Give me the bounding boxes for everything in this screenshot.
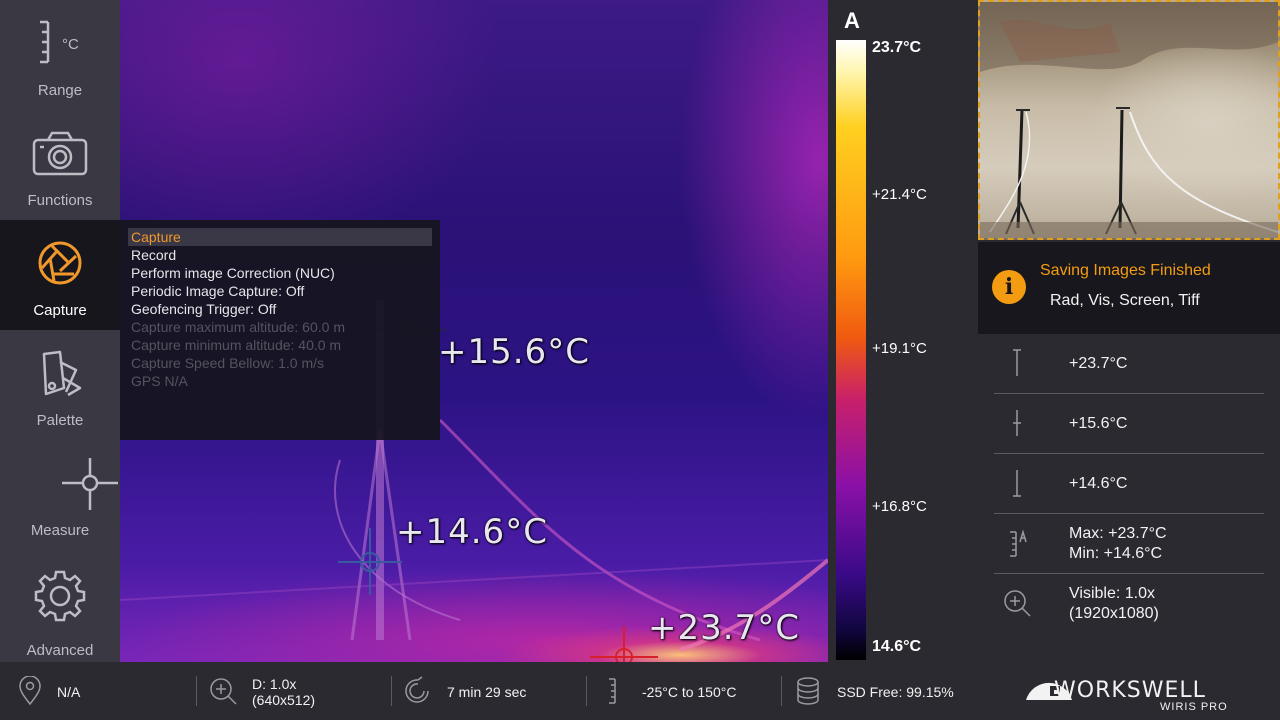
- sidebar-item-label: Advanced: [26, 642, 94, 659]
- range-values: Max: +23.7°C Min: +14.6°C: [1069, 524, 1167, 564]
- menu-item-periodic-capture[interactable]: Periodic Image Capture: Off: [128, 282, 432, 300]
- temperature-scale: A 23.7°C +21.4°C +19.1°C +16.8°C 14.6°C: [828, 0, 978, 662]
- range-scale-icon: [599, 676, 627, 706]
- scale-tick-label: +21.4°C: [872, 186, 927, 203]
- range-auto-icon: [1002, 528, 1032, 558]
- min-value: +14.6°C: [1069, 475, 1128, 492]
- menu-item-geofencing[interactable]: Geofencing Trigger: Off: [128, 300, 432, 318]
- brand-product: WIRIS PRO: [1160, 701, 1228, 713]
- sidebar-item-palette[interactable]: Palette: [0, 330, 120, 440]
- gps-status: N/A: [57, 684, 81, 700]
- menu-item-nuc[interactable]: Perform image Correction (NUC): [128, 264, 432, 282]
- sidebar-item-range[interactable]: °C Range: [0, 0, 120, 110]
- center-spot-label: +15.6°C: [438, 332, 590, 372]
- aperture-icon: [30, 238, 90, 290]
- location-pin-icon: [16, 675, 44, 706]
- scale-mode-indicator[interactable]: A: [844, 8, 860, 34]
- storage-database-icon: [794, 676, 822, 706]
- scale-min-label: 14.6°C: [872, 638, 922, 655]
- measurement-row-min: +14.6°C: [994, 454, 1264, 514]
- measurement-row-range: Max: +23.7°C Min: +14.6°C: [994, 514, 1264, 574]
- menu-item-record[interactable]: Record: [128, 246, 432, 264]
- sidebar-item-label: Functions: [27, 192, 93, 209]
- max-spot-label: +23.7°C: [648, 608, 800, 648]
- notification-title: Saving Images Finished: [1040, 262, 1211, 279]
- digital-zoom-info[interactable]: D: 1.0x (640x512): [252, 676, 315, 708]
- range-scale-icon: °C: [30, 18, 90, 70]
- separator: [196, 676, 197, 706]
- scale-tick-label: +16.8°C: [872, 498, 927, 515]
- range-min-text: Min: +14.6°C: [1069, 545, 1163, 562]
- zoom-in-icon: [1002, 588, 1032, 618]
- scale-tick-label: +19.1°C: [872, 340, 927, 357]
- sidebar-item-label: Capture: [33, 302, 87, 319]
- sidebar-item-advanced[interactable]: Advanced: [0, 552, 120, 662]
- notification-subtitle: Rad, Vis, Screen, Tiff: [1050, 292, 1200, 309]
- brand-name: WORKSWELL: [1054, 678, 1206, 703]
- timer-icon: [404, 676, 432, 706]
- max-marker-icon: [1002, 348, 1032, 378]
- measurement-row-visible: Visible: 1.0x (1920x1080): [994, 574, 1264, 634]
- separator: [781, 676, 782, 706]
- camera-icon: [30, 128, 90, 180]
- palette-gradient-bar: [836, 40, 866, 660]
- sidebar: °C Range Functions Capture Palette Measu…: [0, 0, 120, 662]
- center-value: +15.6°C: [1069, 415, 1128, 432]
- sidebar-item-functions[interactable]: Functions: [0, 110, 120, 220]
- storage-free: SSD Free: 99.15%: [837, 684, 954, 700]
- sidebar-item-label: Measure: [30, 522, 90, 539]
- zoom-in-icon: [209, 676, 237, 706]
- sidebar-item-label: Range: [37, 82, 83, 99]
- scale-max-label: 23.7°C: [872, 39, 922, 56]
- visible-zoom-text: Visible: 1.0x: [1069, 585, 1155, 602]
- separator: [586, 676, 587, 706]
- brand-logo: WORKSWELL WIRIS PRO: [978, 662, 1280, 720]
- menu-item-capture[interactable]: Capture: [128, 228, 432, 246]
- menu-item-min-altitude: Capture minimum altitude: 40.0 m: [131, 337, 342, 353]
- visible-info: Visible: 1.0x (1920x1080): [1069, 584, 1159, 624]
- gear-icon: [30, 570, 90, 622]
- menu-item-gps: GPS N/A: [131, 373, 188, 389]
- menu-item-capture-speed: Capture Speed Bellow: 1.0 m/s: [131, 355, 324, 371]
- sidebar-item-measure[interactable]: Measure: [0, 440, 120, 550]
- separator: [391, 676, 392, 706]
- sidebar-item-capture[interactable]: Capture: [0, 220, 120, 330]
- recording-timer: 7 min 29 sec: [447, 684, 527, 700]
- max-value: +23.7°C: [1069, 355, 1128, 372]
- right-panel: i Saving Images Finished Rad, Vis, Scree…: [978, 0, 1280, 662]
- capture-menu: Capture Record Perform image Correction …: [120, 220, 440, 440]
- crosshair-icon: [30, 458, 118, 510]
- range-unit-label: °C: [62, 36, 79, 53]
- camera-range: -25°C to 150°C: [642, 684, 737, 700]
- visible-camera-preview[interactable]: [978, 0, 1280, 240]
- save-notification: i Saving Images Finished Rad, Vis, Scree…: [978, 242, 1280, 334]
- info-icon: i: [992, 270, 1026, 304]
- measurement-row-max: +23.7°C: [994, 334, 1264, 394]
- wiris-app: °C Range Functions Capture Palette Measu…: [0, 0, 1280, 720]
- visible-scene: [980, 2, 1278, 238]
- sidebar-item-label: Palette: [36, 412, 84, 429]
- palette-swatch-icon: [30, 348, 90, 400]
- menu-item-max-altitude: Capture maximum altitude: 60.0 m: [131, 319, 345, 335]
- measurement-row-center: +15.6°C: [994, 394, 1264, 454]
- status-bar: N/A D: 1.0x (640x512) 7 min 29 sec -25°C…: [0, 662, 978, 720]
- center-marker-icon: [1002, 408, 1032, 438]
- visible-res-text: (1920x1080): [1069, 605, 1159, 622]
- zoom-resolution: (640x512): [252, 692, 316, 708]
- range-max-text: Max: +23.7°C: [1069, 525, 1167, 542]
- zoom-level: D: 1.0x: [252, 676, 297, 692]
- min-spot-label: +14.6°C: [396, 512, 548, 552]
- min-marker-icon: [1002, 468, 1032, 498]
